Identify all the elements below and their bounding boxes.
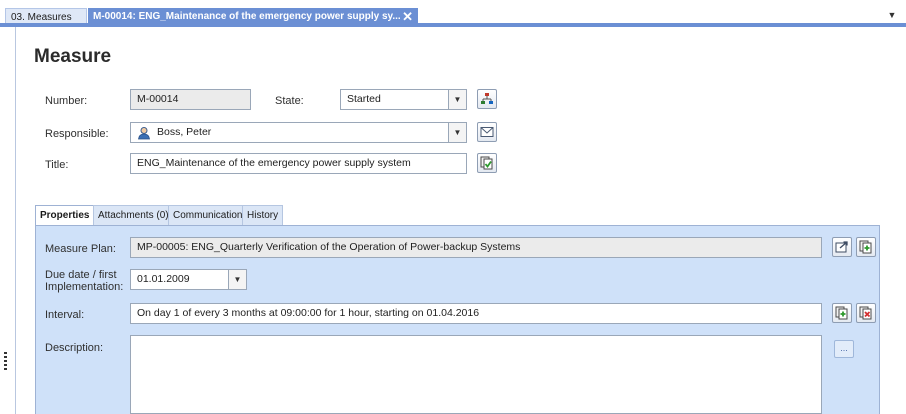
measure-plan-field: MP-00005: ENG_Quarterly Verification of …	[130, 237, 822, 258]
tab-history[interactable]: History	[242, 205, 284, 225]
copy-title-button[interactable]	[477, 153, 497, 173]
tab-properties[interactable]: Properties	[35, 205, 95, 226]
responsible-label: Responsible:	[45, 128, 109, 140]
interval-field[interactable]: On day 1 of every 3 months at 09:00:00 f…	[130, 303, 822, 324]
chevron-down-icon[interactable]: ▼	[448, 90, 466, 109]
remove-document-icon	[859, 306, 872, 320]
copy-check-icon	[480, 156, 493, 170]
send-mail-button[interactable]	[477, 122, 497, 142]
tab-communication[interactable]: Communication	[168, 205, 248, 225]
number-label: Number:	[45, 95, 88, 107]
splitter-handle[interactable]	[4, 352, 7, 370]
responsible-select[interactable]: Boss, Peter ▼	[130, 122, 467, 143]
left-gutter-border	[15, 27, 16, 414]
workflow-icon	[481, 93, 493, 104]
add-document-icon	[835, 306, 848, 320]
chevron-down-icon[interactable]: ▼	[448, 123, 466, 142]
responsible-value: Boss, Peter	[157, 126, 212, 138]
chevron-down-icon[interactable]: ▼	[228, 270, 246, 289]
doc-tab-title: M-00014: ENG_Maintenance of the emergenc…	[93, 11, 401, 22]
due-date-label-line1: Due date / first	[45, 269, 117, 281]
open-link-icon	[835, 241, 848, 253]
state-value: Started	[347, 93, 381, 105]
state-select[interactable]: Started ▼	[340, 89, 467, 110]
tab-overflow-dropdown-icon[interactable]: ▼	[886, 8, 898, 22]
tab-strip-underline	[0, 23, 906, 27]
title-label: Title:	[45, 159, 69, 171]
page-title: Measure	[34, 46, 112, 67]
open-measure-plan-button[interactable]	[832, 237, 852, 257]
mail-icon	[480, 127, 494, 137]
remove-interval-button[interactable]	[856, 303, 876, 323]
user-icon	[138, 127, 150, 140]
due-date-value: 01.01.2009	[137, 273, 190, 285]
description-textarea[interactable]	[130, 335, 822, 414]
due-date-label-line2: Implementation:	[45, 281, 124, 293]
description-label: Description:	[45, 342, 104, 354]
tab-attachments[interactable]: Attachments (0)	[93, 205, 174, 225]
add-document-icon	[859, 240, 872, 254]
due-date-picker[interactable]: 01.01.2009 ▼	[130, 269, 247, 290]
state-label: State:	[275, 95, 304, 107]
due-date-label: Due date / first Implementation:	[45, 269, 123, 293]
interval-label: Interval:	[45, 309, 85, 321]
title-field[interactable]: ENG_Maintenance of the emergency power s…	[130, 153, 467, 174]
add-measure-plan-button[interactable]	[856, 237, 876, 257]
add-interval-button[interactable]	[832, 303, 852, 323]
number-field: M-00014	[130, 89, 251, 110]
workflow-button[interactable]	[477, 89, 497, 109]
measure-plan-label: Measure Plan:	[45, 243, 116, 255]
description-editor-button[interactable]: ...	[834, 340, 854, 358]
